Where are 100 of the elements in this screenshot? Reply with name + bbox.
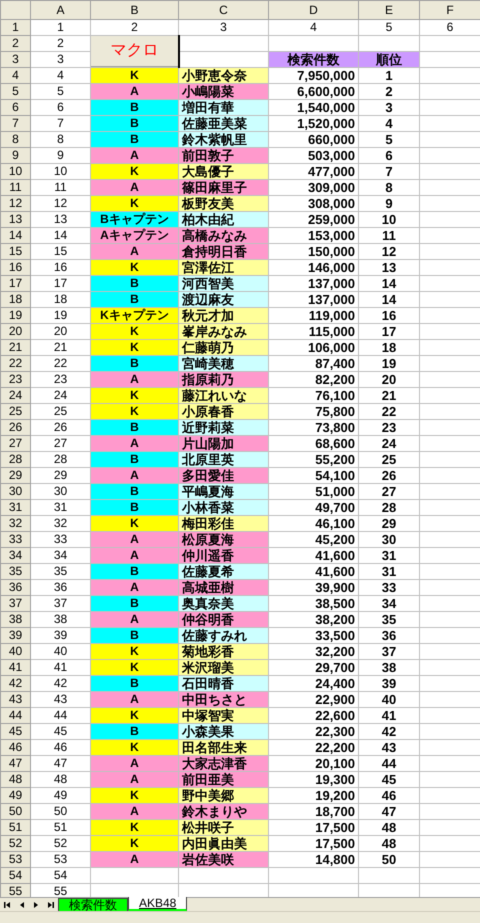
- row-header[interactable]: 17: [0, 276, 30, 292]
- team-cell: A: [90, 84, 178, 100]
- row-header[interactable]: 7: [0, 116, 30, 132]
- sheet-tab[interactable]: AKB48: [128, 897, 188, 911]
- row-header[interactable]: 21: [0, 340, 30, 356]
- row-header[interactable]: 50: [0, 804, 30, 820]
- row-header[interactable]: 5: [0, 84, 30, 100]
- count-cell: 22,600: [268, 708, 358, 724]
- row-header[interactable]: 36: [0, 580, 30, 596]
- row-header[interactable]: 6: [0, 100, 30, 116]
- rank-cell: 48: [358, 836, 420, 852]
- row-header[interactable]: 33: [0, 532, 30, 548]
- name-cell: 鈴木紫帆里: [178, 132, 268, 148]
- sheet-tab[interactable]: 検索件数: [58, 898, 128, 911]
- row-header[interactable]: 30: [0, 484, 30, 500]
- first-sheet-icon[interactable]: [4, 900, 12, 908]
- team-cell: A: [90, 532, 178, 548]
- row-header[interactable]: 24: [0, 388, 30, 404]
- team-cell: K: [90, 68, 178, 84]
- name-cell: 米沢瑠美: [178, 660, 268, 676]
- row-header[interactable]: 52: [0, 836, 30, 852]
- count-cell: 259,000: [268, 212, 358, 228]
- row-header[interactable]: 35: [0, 564, 30, 580]
- row-header[interactable]: 28: [0, 452, 30, 468]
- count-cell: 308,000: [268, 196, 358, 212]
- row-header[interactable]: 40: [0, 644, 30, 660]
- name-cell: 秋元才加: [178, 308, 268, 324]
- name-cell: 増田有華: [178, 100, 268, 116]
- row-header[interactable]: 18: [0, 292, 30, 308]
- row-header[interactable]: 22: [0, 356, 30, 372]
- next-sheet-icon[interactable]: [32, 900, 40, 908]
- row-header[interactable]: 48: [0, 772, 30, 788]
- row-header[interactable]: 13: [0, 212, 30, 228]
- rank-cell: 4: [358, 116, 420, 132]
- row-header[interactable]: 45: [0, 724, 30, 740]
- row-header[interactable]: 43: [0, 692, 30, 708]
- row-header[interactable]: 32: [0, 516, 30, 532]
- row-header[interactable]: 20: [0, 324, 30, 340]
- rank-cell: 10: [358, 212, 420, 228]
- rank-cell: 28: [358, 500, 420, 516]
- last-sheet-icon[interactable]: [46, 900, 54, 908]
- row-header[interactable]: 16: [0, 260, 30, 276]
- row-header[interactable]: 41: [0, 660, 30, 676]
- row-header[interactable]: 47: [0, 756, 30, 772]
- table-cell: 3: [178, 20, 268, 36]
- row-header[interactable]: 14: [0, 228, 30, 244]
- count-cell: 6,600,000: [268, 84, 358, 100]
- row-header[interactable]: 49: [0, 788, 30, 804]
- row-header[interactable]: 54: [0, 868, 30, 884]
- team-cell: B: [90, 676, 178, 692]
- column-header[interactable]: E: [358, 0, 420, 20]
- row-header[interactable]: 44: [0, 708, 30, 724]
- row-header[interactable]: 15: [0, 244, 30, 260]
- row-header[interactable]: 19: [0, 308, 30, 324]
- previous-sheet-icon[interactable]: [18, 900, 26, 908]
- row-header[interactable]: 51: [0, 820, 30, 836]
- row-header[interactable]: 39: [0, 628, 30, 644]
- column-header[interactable]: D: [268, 0, 358, 20]
- name-cell: 佐藤すみれ: [178, 628, 268, 644]
- team-cell: B: [90, 420, 178, 436]
- row-header[interactable]: 23: [0, 372, 30, 388]
- row-header[interactable]: 12: [0, 196, 30, 212]
- row-header[interactable]: 38: [0, 612, 30, 628]
- count-cell: 150,000: [268, 244, 358, 260]
- row-header[interactable]: 37: [0, 596, 30, 612]
- count-cell: 153,000: [268, 228, 358, 244]
- row-header[interactable]: 29: [0, 468, 30, 484]
- team-cell: A: [90, 180, 178, 196]
- row-header[interactable]: 46: [0, 740, 30, 756]
- row-header[interactable]: 27: [0, 436, 30, 452]
- row-header[interactable]: 11: [0, 180, 30, 196]
- column-header[interactable]: C: [178, 0, 268, 20]
- row-header[interactable]: 25: [0, 404, 30, 420]
- row-header[interactable]: 53: [0, 852, 30, 868]
- row-header[interactable]: 2: [0, 36, 30, 52]
- column-header[interactable]: F: [420, 0, 480, 20]
- team-cell: B: [90, 484, 178, 500]
- row-header[interactable]: 26: [0, 420, 30, 436]
- rank-cell: 11: [358, 228, 420, 244]
- row-header[interactable]: 55: [0, 884, 30, 897]
- row-header[interactable]: 42: [0, 676, 30, 692]
- row-header[interactable]: 1: [0, 20, 30, 36]
- name-cell: 小林香菜: [178, 500, 268, 516]
- name-cell: 松井咲子: [178, 820, 268, 836]
- column-header[interactable]: B: [90, 0, 178, 20]
- rank-cell: 36: [358, 628, 420, 644]
- name-cell: 佐藤夏希: [178, 564, 268, 580]
- row-header[interactable]: 8: [0, 132, 30, 148]
- team-cell: B: [90, 100, 178, 116]
- count-cell: 38,200: [268, 612, 358, 628]
- row-header[interactable]: 4: [0, 68, 30, 84]
- row-header[interactable]: 34: [0, 548, 30, 564]
- row-header[interactable]: 31: [0, 500, 30, 516]
- row-header[interactable]: 9: [0, 148, 30, 164]
- row-header[interactable]: 3: [0, 52, 30, 68]
- column-header[interactable]: A: [30, 0, 90, 20]
- rank-cell: 34: [358, 596, 420, 612]
- row-header[interactable]: 10: [0, 164, 30, 180]
- name-cell: 小原春香: [178, 404, 268, 420]
- table-cell: 3: [30, 52, 90, 68]
